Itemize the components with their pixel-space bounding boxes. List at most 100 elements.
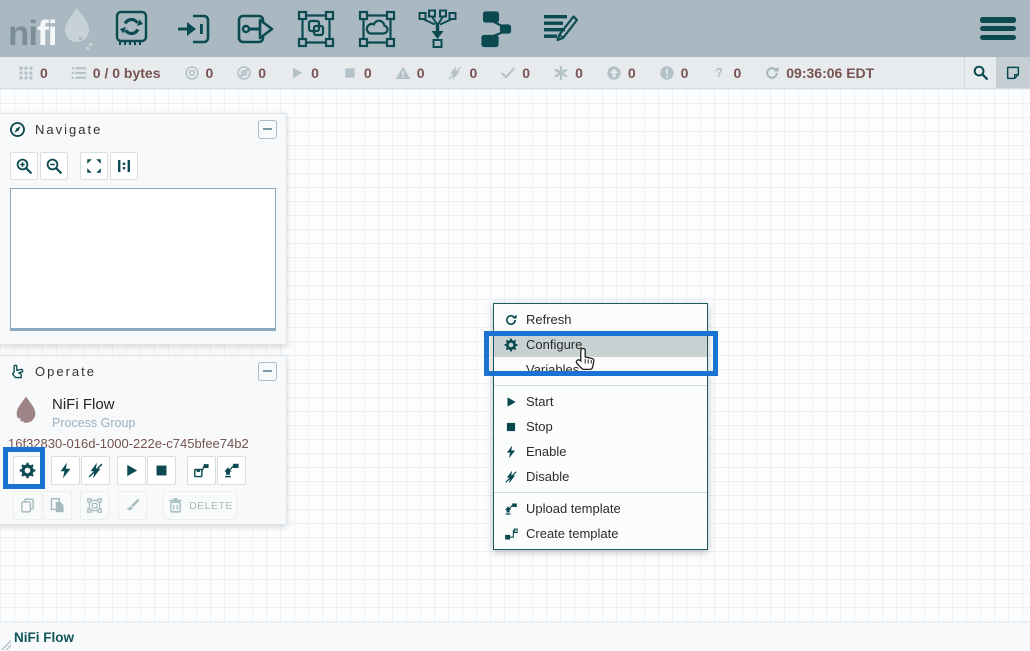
breadcrumb-root[interactable]: NiFi Flow xyxy=(14,630,74,645)
transmitting-counter: 0 xyxy=(184,65,214,81)
stop-icon xyxy=(504,420,518,434)
context-menu: Refresh Configure Variables Start Stop E… xyxy=(493,303,708,550)
disable-button[interactable] xyxy=(81,456,110,485)
trash-icon xyxy=(167,497,184,514)
refresh-icon xyxy=(764,65,780,81)
breadcrumb-resize-grip[interactable] xyxy=(1,640,11,650)
flow-canvas[interactable]: Navigate Operate NiFi Flow Process Group… xyxy=(0,89,1030,651)
refresh-icon xyxy=(504,313,518,327)
queued-counter: 0 / 0 bytes xyxy=(71,65,161,81)
menu-item-start[interactable]: Start xyxy=(494,389,707,414)
locally-modified-stale-counter: 0 xyxy=(659,65,689,81)
change-color-button[interactable] xyxy=(118,491,147,520)
process-group-icon[interactable] xyxy=(294,7,338,51)
zoom-in-button[interactable] xyxy=(10,152,38,180)
component-toolbar xyxy=(111,7,582,51)
menu-item-create-template[interactable]: Create template xyxy=(494,521,707,546)
compass-icon xyxy=(9,121,26,138)
operate-panel-title: Operate xyxy=(35,364,96,379)
menu-separator xyxy=(494,385,707,386)
selected-component-id: 16f32830-016d-1000-222e-c745bfee74b2 xyxy=(8,436,249,451)
upload-template-icon xyxy=(504,502,518,516)
copy-button[interactable] xyxy=(13,491,42,520)
transmitting-icon xyxy=(184,65,200,81)
navigate-collapse-button[interactable] xyxy=(258,120,277,139)
zoom-fit-button[interactable] xyxy=(80,152,108,180)
running-icon xyxy=(289,65,305,81)
menu-item-configure[interactable]: Configure xyxy=(494,332,707,357)
stale-icon xyxy=(606,65,622,81)
invalid-icon xyxy=(395,65,411,81)
process-group-droplet-icon xyxy=(12,394,40,430)
running-counter: 0 xyxy=(289,65,319,81)
bolt-slash-icon xyxy=(504,470,518,484)
bolt-icon xyxy=(504,445,518,459)
menu-item-refresh[interactable]: Refresh xyxy=(494,307,707,332)
play-icon xyxy=(504,395,518,409)
menu-separator xyxy=(494,492,707,493)
zoom-out-button[interactable] xyxy=(40,152,68,180)
menu-item-upload-template[interactable]: Upload template xyxy=(494,496,707,521)
invalid-counter: 0 xyxy=(395,65,425,81)
operate-panel: Operate NiFi Flow Process Group 16f32830… xyxy=(0,355,287,525)
gear-icon xyxy=(504,338,518,352)
variables-icon-slot xyxy=(504,363,518,377)
logo-text-ni: ni xyxy=(8,16,37,51)
nifi-logo: nifi xyxy=(8,6,95,51)
app-header: nifi xyxy=(0,0,1030,57)
not-transmitting-counter: 0 xyxy=(236,65,266,81)
remote-process-group-icon[interactable] xyxy=(355,7,399,51)
operate-collapse-button[interactable] xyxy=(258,362,277,381)
flow-status-counters: 0 0 / 0 bytes 0 0 0 0 0 0 0 0 0 0 0 09:3… xyxy=(18,65,874,81)
create-template-icon xyxy=(504,527,518,541)
search-button[interactable] xyxy=(964,57,996,88)
up-to-date-icon xyxy=(500,65,516,81)
breadcrumb-bar: NiFi Flow xyxy=(0,622,1030,651)
logo-text-fi: fi xyxy=(37,16,56,51)
configure-button[interactable] xyxy=(13,456,42,485)
up-to-date-counter: 0 xyxy=(500,65,530,81)
upload-template-button[interactable] xyxy=(217,456,246,485)
not-transmitting-icon xyxy=(236,65,252,81)
disabled-icon xyxy=(447,65,463,81)
bulletin-board-button[interactable] xyxy=(996,57,1030,88)
global-menu-icon[interactable] xyxy=(980,17,1016,40)
disabled-counter: 0 xyxy=(447,65,477,81)
locally-modified-counter: 0 xyxy=(553,65,583,81)
stop-button[interactable] xyxy=(147,456,176,485)
stopped-counter: 0 xyxy=(342,65,372,81)
navigate-panel-title: Navigate xyxy=(35,122,102,137)
save-template-button[interactable] xyxy=(187,456,216,485)
input-port-icon[interactable] xyxy=(172,7,216,51)
navigate-panel: Navigate xyxy=(0,113,287,345)
funnel-icon[interactable] xyxy=(416,7,460,51)
selected-component-type: Process Group xyxy=(52,416,135,430)
active-threads-counter: 0 xyxy=(18,65,48,81)
stopped-icon xyxy=(342,65,358,81)
locally-modified-icon xyxy=(553,65,569,81)
enable-button[interactable] xyxy=(51,456,80,485)
label-icon[interactable] xyxy=(538,7,582,51)
paste-button[interactable] xyxy=(43,491,72,520)
stale-counter: 0 xyxy=(606,65,636,81)
selected-component-name: NiFi Flow xyxy=(52,396,115,413)
menu-item-variables[interactable]: Variables xyxy=(494,357,707,382)
menu-item-stop[interactable]: Stop xyxy=(494,414,707,439)
sync-failure-counter: 0 xyxy=(711,65,741,81)
delete-button[interactable]: DELETE xyxy=(163,491,237,520)
start-button[interactable] xyxy=(117,456,146,485)
birdseye-minimap[interactable] xyxy=(10,188,276,331)
locally-modified-stale-icon xyxy=(659,65,675,81)
active-threads-icon xyxy=(18,65,34,81)
template-icon[interactable] xyxy=(477,7,521,51)
status-bar: 0 0 / 0 bytes 0 0 0 0 0 0 0 0 0 0 0 09:3… xyxy=(0,57,1030,89)
hand-icon xyxy=(9,363,26,380)
last-refresh: 09:36:06 EDT xyxy=(764,65,874,81)
sync-failure-icon xyxy=(711,65,727,81)
menu-item-enable[interactable]: Enable xyxy=(494,439,707,464)
processor-icon[interactable] xyxy=(111,7,155,51)
zoom-actual-size-button[interactable] xyxy=(110,152,138,180)
group-button[interactable] xyxy=(80,491,109,520)
output-port-icon[interactable] xyxy=(233,7,277,51)
menu-item-disable[interactable]: Disable xyxy=(494,464,707,489)
